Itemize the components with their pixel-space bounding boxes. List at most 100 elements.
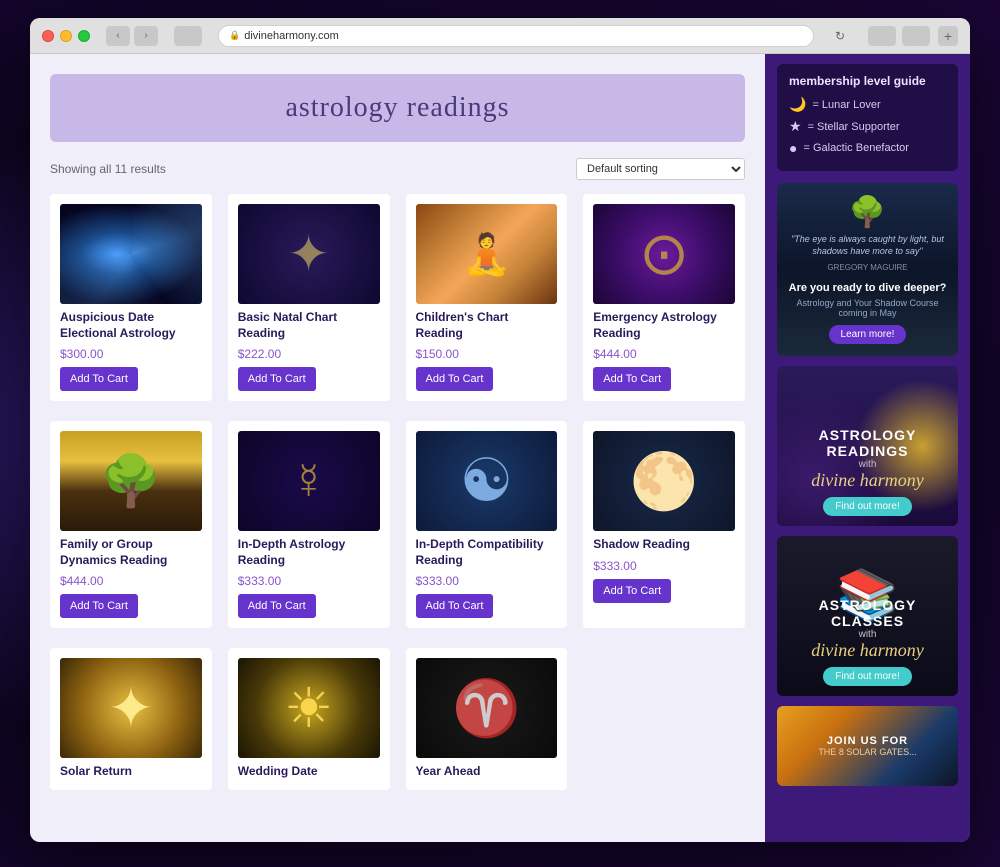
product-image-wedding[interactable]: [238, 658, 380, 758]
page-title: astrology readings: [70, 92, 725, 124]
classes-with: with: [859, 629, 877, 640]
add-to-cart-emergency[interactable]: Add To Cart: [593, 367, 671, 391]
product-price-indepth-astro: $333.00: [238, 574, 380, 588]
add-to-cart-auspicious[interactable]: Add To Cart: [60, 367, 138, 391]
results-bar: Showing all 11 results Default sorting S…: [50, 158, 745, 180]
traffic-lights: [42, 30, 90, 42]
product-name-compat: In-Depth Compatibility Reading: [416, 537, 558, 568]
product-name-indepth-astro: In-Depth Astrology Reading: [238, 537, 380, 568]
classes-banner[interactable]: ASTROLOGY CLASSES with divine harmony Fi…: [777, 536, 958, 696]
product-grid-row3: Solar Return Wedding Date Year Ahead: [50, 648, 745, 790]
product-image-solar-return[interactable]: [60, 658, 202, 758]
shadow-course-bg: "The eye is always caught by light, but …: [777, 183, 958, 356]
sort-select[interactable]: Default sorting Sort by popularity Sort …: [576, 158, 745, 180]
classes-title: ASTROLOGY CLASSES: [787, 597, 948, 629]
product-image-emergency[interactable]: [593, 204, 735, 304]
product-card-auspicious: Auspicious Date Electional Astrology $30…: [50, 194, 212, 401]
classes-subtitle: divine harmony: [811, 640, 923, 661]
product-card-compat: In-Depth Compatibility Reading $333.00 A…: [406, 421, 568, 628]
solar-gates-banner[interactable]: JOIN US FOR THE 8 SOLAR GATES...: [777, 706, 958, 786]
membership-item-stellar: ★ = Stellar Supporter: [789, 118, 946, 135]
reload-button[interactable]: ↻: [828, 26, 852, 46]
product-card-childrens: Children's Chart Reading $150.00 Add To …: [406, 194, 568, 401]
membership-item-lunar: 🌙 = Lunar Lover: [789, 96, 946, 113]
membership-item-galactic: ● = Galactic Benefactor: [789, 140, 946, 156]
stellar-label: = Stellar Supporter: [808, 121, 900, 133]
product-image-year-ahead[interactable]: [416, 658, 558, 758]
product-card-year-ahead: Year Ahead: [406, 648, 568, 790]
fullscreen-button[interactable]: [902, 26, 930, 46]
product-grid-row2: Family or Group Dynamics Reading $444.00…: [50, 421, 745, 628]
product-name-natal: Basic Natal Chart Reading: [238, 310, 380, 341]
page-header: astrology readings: [50, 74, 745, 142]
astrology-readings-banner[interactable]: ASTROLOGY READINGS with divine harmony F…: [777, 366, 958, 526]
shadow-quote: "The eye is always caught by light, but …: [787, 234, 948, 257]
shadow-cta: Are you ready to dive deeper?: [787, 282, 948, 294]
product-card-solar-return: Solar Return: [50, 648, 212, 790]
solar-gates-join: JOIN US FOR: [827, 735, 908, 747]
product-card-shadow: Shadow Reading $333.00 Add To Cart: [583, 421, 745, 628]
product-name-family: Family or Group Dynamics Reading: [60, 537, 202, 568]
product-price-natal: $222.00: [238, 347, 380, 361]
product-image-compat[interactable]: [416, 431, 558, 531]
product-price-childrens: $150.00: [416, 347, 558, 361]
add-to-cart-childrens[interactable]: Add To Cart: [416, 367, 494, 391]
sidebar-toggle[interactable]: [174, 26, 202, 46]
solar-gates-subtitle: THE 8 SOLAR GATES...: [818, 747, 916, 757]
browser-titlebar: ‹ › 🔒 divineharmony.com ↻ +: [30, 18, 970, 54]
add-to-cart-family[interactable]: Add To Cart: [60, 594, 138, 618]
product-image-family[interactable]: [60, 431, 202, 531]
product-card-wedding: Wedding Date: [228, 648, 390, 790]
ar-title: ASTROLOGY READINGS: [787, 427, 948, 459]
galactic-label: = Galactic Benefactor: [803, 142, 908, 154]
results-count: Showing all 11 results: [50, 162, 166, 176]
url-bar[interactable]: 🔒 divineharmony.com: [218, 25, 814, 47]
add-tab-button[interactable]: +: [938, 26, 958, 46]
add-to-cart-natal[interactable]: Add To Cart: [238, 367, 316, 391]
maximize-button[interactable]: [78, 30, 90, 42]
product-price-family: $444.00: [60, 574, 202, 588]
back-button[interactable]: ‹: [106, 26, 130, 46]
learn-more-button[interactable]: Learn more!: [829, 325, 907, 344]
add-to-cart-compat[interactable]: Add To Cart: [416, 594, 494, 618]
product-name-year-ahead: Year Ahead: [416, 764, 558, 780]
lock-icon: 🔒: [229, 30, 240, 41]
membership-guide: membership level guide 🌙 = Lunar Lover ★…: [777, 64, 958, 171]
classes-bg: ASTROLOGY CLASSES with divine harmony Fi…: [777, 536, 958, 696]
product-name-solar-return: Solar Return: [60, 764, 202, 780]
product-image-natal[interactable]: [238, 204, 380, 304]
product-card-family: Family or Group Dynamics Reading $444.00…: [50, 421, 212, 628]
product-image-shadow[interactable]: [593, 431, 735, 531]
shadow-quote-author: GREGORY MAGUIRE: [787, 263, 948, 273]
product-image-childrens[interactable]: [416, 204, 558, 304]
product-card-natal: Basic Natal Chart Reading $222.00 Add To…: [228, 194, 390, 401]
product-name-shadow: Shadow Reading: [593, 537, 735, 553]
classes-find-out-button[interactable]: Find out more!: [823, 667, 911, 686]
minimize-button[interactable]: [60, 30, 72, 42]
ar-subtitle: divine harmony: [811, 470, 923, 491]
browser-content: astrology readings Showing all 11 result…: [30, 54, 970, 842]
solar-gates-bg: JOIN US FOR THE 8 SOLAR GATES...: [777, 706, 958, 786]
add-to-cart-indepth-astro[interactable]: Add To Cart: [238, 594, 316, 618]
shadow-sub: Astrology and Your Shadow Course coming …: [787, 298, 948, 318]
lunar-icon: 🌙: [789, 96, 806, 113]
product-name-auspicious: Auspicious Date Electional Astrology: [60, 310, 202, 341]
product-card-indepth-astro: In-Depth Astrology Reading $333.00 Add T…: [228, 421, 390, 628]
forward-button[interactable]: ›: [134, 26, 158, 46]
product-price-auspicious: $300.00: [60, 347, 202, 361]
product-card-emergency: Emergency Astrology Reading $444.00 Add …: [583, 194, 745, 401]
product-image-auspicious[interactable]: [60, 204, 202, 304]
product-price-compat: $333.00: [416, 574, 558, 588]
share-button[interactable]: [868, 26, 896, 46]
product-name-childrens: Children's Chart Reading: [416, 310, 558, 341]
galactic-icon: ●: [789, 140, 797, 156]
ar-find-out-button[interactable]: Find out more!: [823, 497, 911, 516]
sidebar: membership level guide 🌙 = Lunar Lover ★…: [765, 54, 970, 842]
product-image-indepth-astro[interactable]: [238, 431, 380, 531]
stellar-icon: ★: [789, 118, 802, 135]
nav-buttons: ‹ ›: [106, 26, 158, 46]
close-button[interactable]: [42, 30, 54, 42]
shadow-course-banner[interactable]: "The eye is always caught by light, but …: [777, 183, 958, 356]
ar-with: with: [859, 459, 877, 470]
add-to-cart-shadow[interactable]: Add To Cart: [593, 579, 671, 603]
